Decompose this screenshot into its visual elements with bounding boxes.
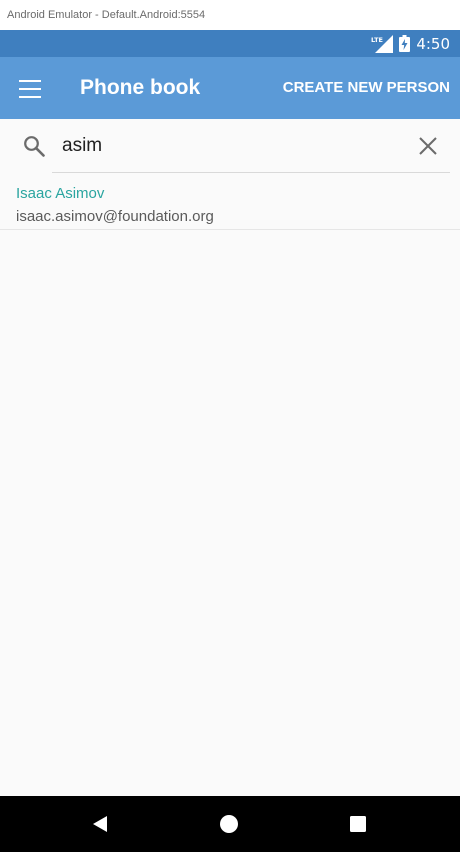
person-name: Isaac Asimov (16, 185, 105, 202)
app-bar: Phone book CREATE NEW PERSON (0, 57, 460, 119)
window-title: Android Emulator - Default.Android:5554 (0, 0, 460, 30)
lte-label: LTE (371, 36, 383, 44)
back-icon[interactable] (88, 812, 112, 836)
page-title: Phone book (80, 76, 201, 99)
lte-signal-icon: LTE (371, 34, 394, 53)
status-bar: LTE 4:50 (0, 30, 460, 57)
emulator-window: Android Emulator - Default.Android:5554 … (0, 0, 460, 852)
status-time: 4:50 (416, 34, 450, 53)
battery-charging-icon (399, 35, 411, 52)
recents-icon[interactable] (346, 812, 370, 836)
search-underline (52, 172, 450, 173)
create-new-person-button[interactable]: CREATE NEW PERSON (283, 57, 450, 119)
search-results-list: Isaac Asimov isaac.asimov@foundation.org (0, 179, 460, 230)
home-icon[interactable] (217, 812, 241, 836)
search-input[interactable] (62, 131, 402, 161)
list-item[interactable]: Isaac Asimov isaac.asimov@foundation.org (0, 179, 460, 230)
person-email: isaac.asimov@foundation.org (16, 208, 214, 225)
close-icon[interactable] (419, 137, 437, 155)
main-content: Isaac Asimov isaac.asimov@foundation.org (0, 119, 460, 796)
hamburger-menu-icon[interactable] (19, 80, 41, 98)
status-icons: LTE 4:50 (371, 30, 450, 57)
search-bar (0, 119, 460, 173)
search-icon (24, 136, 45, 157)
navigation-bar (0, 796, 460, 852)
